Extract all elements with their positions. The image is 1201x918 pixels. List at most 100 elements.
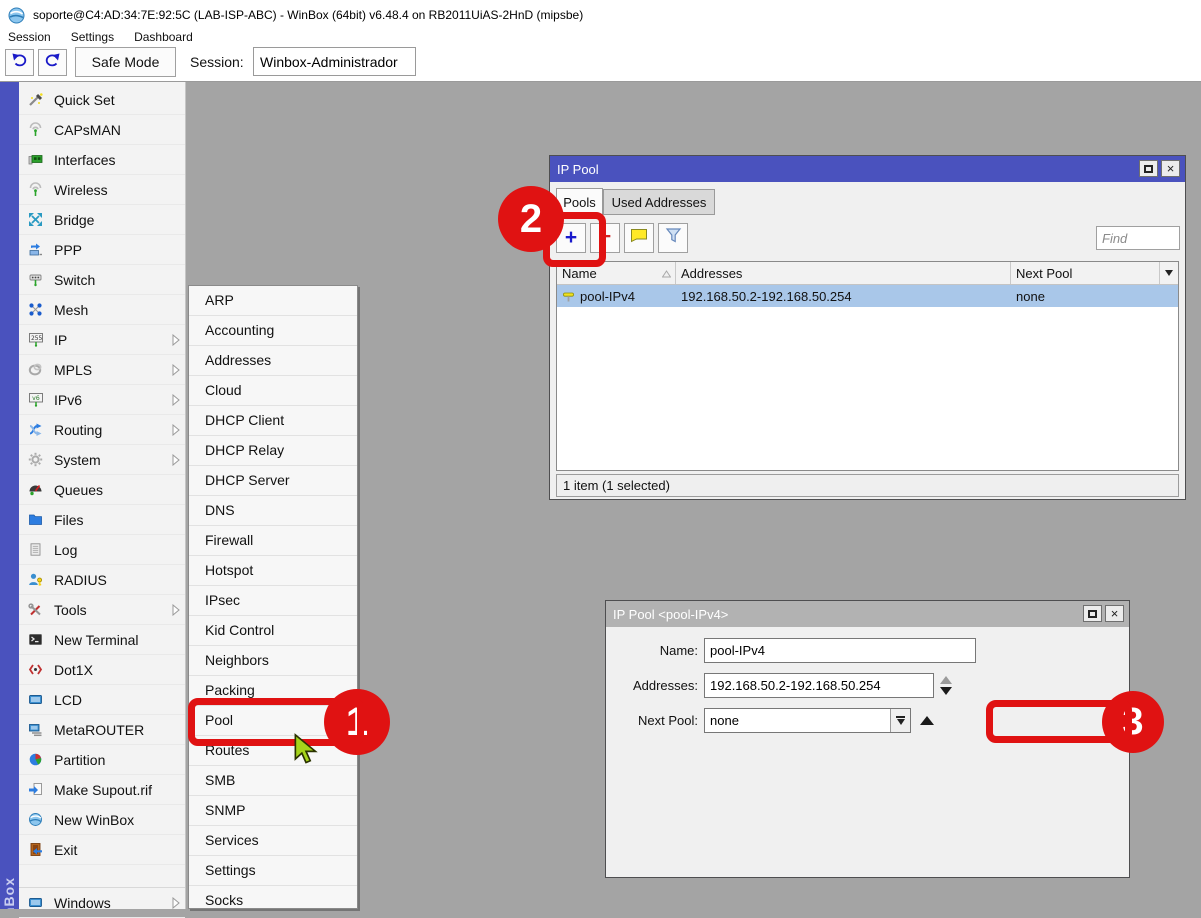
antenna-icon — [27, 122, 44, 138]
dialog-titlebar[interactable]: IP Pool <pool-IPv4> — [606, 601, 1129, 627]
close-button[interactable]: × — [1161, 160, 1180, 177]
sidebar-item-new-terminal[interactable]: New Terminal — [19, 625, 185, 655]
sidebar-item-quick-set[interactable]: Quick Set — [19, 85, 185, 115]
column-header-next-pool[interactable]: Next Pool — [1011, 262, 1160, 284]
sidebar-item-bridge[interactable]: Bridge — [19, 205, 185, 235]
submenu-arrow-icon — [172, 454, 180, 466]
sidebar-item-tools[interactable]: Tools — [19, 595, 185, 625]
next-pool-dropdown-button[interactable] — [890, 709, 910, 732]
comment-button[interactable] — [624, 223, 654, 253]
redo-button[interactable] — [38, 49, 67, 76]
sidebar-item-system[interactable]: System — [19, 445, 185, 475]
ipv6-icon: v6 — [27, 392, 44, 408]
sidebar-item-log[interactable]: Log — [19, 535, 185, 565]
table-row-pool-ipv4[interactable]: pool-IPv4 192.168.50.2-192.168.50.254 no… — [557, 285, 1178, 307]
submenu-item-arp[interactable]: ARP — [189, 286, 357, 316]
sidebar-item-dot1x[interactable]: Dot1X — [19, 655, 185, 685]
network-card-icon — [27, 152, 44, 168]
sidebar-item-wireless[interactable]: Wireless — [19, 175, 185, 205]
submenu-item-socks[interactable]: Socks — [189, 886, 357, 909]
gear-icon — [27, 452, 44, 468]
submenu-item-services[interactable]: Services — [189, 826, 357, 856]
pool-table-header: Name Addresses Next Pool — [557, 262, 1178, 285]
submenu-item-cloud[interactable]: Cloud — [189, 376, 357, 406]
main-toolbar: Safe Mode Session: — [0, 47, 1201, 81]
sidebar-item-ip[interactable]: 255 IP — [19, 325, 185, 355]
session-label: Session: — [190, 54, 244, 70]
submenu-item-neighbors[interactable]: Neighbors — [189, 646, 357, 676]
sidebar-item-partition[interactable]: Partition — [19, 745, 185, 775]
submenu-arrow-icon — [172, 364, 180, 376]
routing-icon — [27, 422, 44, 438]
sidebar-item-metarouter[interactable]: MetaROUTER — [19, 715, 185, 745]
submenu-item-smb[interactable]: SMB — [189, 766, 357, 796]
sidebar-item-exit[interactable]: Exit — [19, 835, 185, 865]
user-key-icon — [27, 572, 44, 588]
sidebar-item-queues[interactable]: Queues — [19, 475, 185, 505]
sidebar-item-ppp[interactable]: PPP — [19, 235, 185, 265]
sidebar-item-windows[interactable]: Windows — [19, 888, 185, 918]
session-input[interactable] — [253, 47, 416, 76]
dialog-maximize-button[interactable] — [1083, 605, 1102, 622]
window-title: soporte@C4:AD:34:7E:92:5C (LAB-ISP-ABC) … — [33, 8, 583, 22]
name-label: Name: — [608, 643, 698, 658]
sidebar-item-make-supout[interactable]: Make Supout.rif — [19, 775, 185, 805]
next-pool-up-button[interactable] — [920, 716, 934, 725]
submenu-item-firewall[interactable]: Firewall — [189, 526, 357, 556]
submenu-item-kid-control[interactable]: Kid Control — [189, 616, 357, 646]
filter-funnel-icon — [665, 227, 682, 249]
dialog-close-button[interactable]: × — [1105, 605, 1124, 622]
app-chrome: soporte@C4:AD:34:7E:92:5C (LAB-ISP-ABC) … — [0, 0, 1201, 82]
brand-vertical-text: WinBox — [1, 877, 17, 909]
menu-session[interactable]: Session — [8, 30, 51, 47]
submenu-item-hotspot[interactable]: Hotspot — [189, 556, 357, 586]
submenu-item-settings[interactable]: Settings — [189, 856, 357, 886]
menu-settings[interactable]: Settings — [71, 30, 114, 47]
sidebar-item-mesh[interactable]: Mesh — [19, 295, 185, 325]
gauge-icon — [27, 482, 44, 498]
sidebar-item-interfaces[interactable]: Interfaces — [19, 145, 185, 175]
menu-dashboard[interactable]: Dashboard — [134, 30, 193, 47]
sidebar-item-new-winbox[interactable]: New WinBox — [19, 805, 185, 835]
switch-icon — [27, 272, 44, 288]
addresses-field[interactable] — [704, 673, 934, 698]
submenu-item-dhcp-relay[interactable]: DHCP Relay — [189, 436, 357, 466]
maximize-button[interactable] — [1139, 160, 1158, 177]
submenu-item-accounting[interactable]: Accounting — [189, 316, 357, 346]
submenu-arrow-icon — [172, 394, 180, 406]
sidebar-item-routing[interactable]: Routing — [19, 415, 185, 445]
sidebar-item-mpls[interactable]: MPLS — [19, 355, 185, 385]
pool-icon — [562, 290, 575, 303]
ip-pool-titlebar[interactable]: IP Pool — [550, 156, 1185, 182]
safe-mode-button[interactable]: Safe Mode — [75, 47, 176, 77]
find-input[interactable] — [1096, 226, 1180, 250]
cell-pool-addresses: 192.168.50.2-192.168.50.254 — [676, 285, 1011, 307]
submenu-arrow-icon — [172, 604, 180, 616]
exit-door-icon — [27, 842, 44, 858]
submenu-item-ipsec[interactable]: IPsec — [189, 586, 357, 616]
filter-button[interactable] — [658, 223, 688, 253]
ip-pool-title: IP Pool — [557, 162, 599, 177]
submenu-item-dhcp-server[interactable]: DHCP Server — [189, 466, 357, 496]
submenu-item-addresses[interactable]: Addresses — [189, 346, 357, 376]
sidebar-item-capsman[interactable]: CAPsMAN — [19, 115, 185, 145]
submenu-item-dhcp-client[interactable]: DHCP Client — [189, 406, 357, 436]
name-field[interactable] — [704, 638, 976, 663]
addresses-stepper[interactable] — [940, 676, 952, 695]
submenu-item-dns[interactable]: DNS — [189, 496, 357, 526]
sidebar-item-files[interactable]: Files — [19, 505, 185, 535]
submenu-item-snmp[interactable]: SNMP — [189, 796, 357, 826]
sidebar-item-lcd[interactable]: LCD — [19, 685, 185, 715]
step-up-icon — [940, 676, 952, 684]
next-pool-field[interactable] — [704, 708, 911, 733]
column-selector-button[interactable] — [1160, 262, 1178, 284]
undo-button[interactable] — [5, 49, 34, 76]
sidebar-item-ipv6[interactable]: v6 IPv6 — [19, 385, 185, 415]
addresses-label: Addresses: — [608, 678, 698, 693]
sidebar-item-radius[interactable]: RADIUS — [19, 565, 185, 595]
column-header-addresses[interactable]: Addresses — [676, 262, 1011, 284]
maximize-icon — [1144, 165, 1153, 173]
tab-used-addresses[interactable]: Used Addresses — [603, 189, 715, 215]
winbox-globe-icon — [27, 812, 44, 828]
sidebar-item-switch[interactable]: Switch — [19, 265, 185, 295]
